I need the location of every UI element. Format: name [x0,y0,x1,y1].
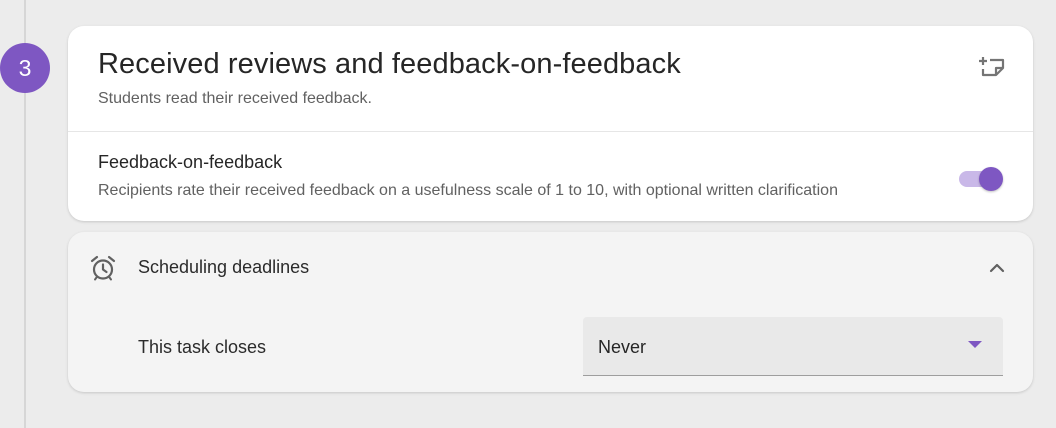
toggle-thumb [979,167,1003,191]
task-subtitle: Students read their received feedback. [98,90,372,107]
step-number-badge: 3 [0,43,50,93]
task-card: Received reviews and feedback-on-feedbac… [68,26,1033,221]
task-closes-select[interactable]: Never [583,317,1003,376]
scheduling-title[interactable]: Scheduling deadlines [138,257,309,278]
scheduling-panel: Scheduling deadlines This task closes Ne… [68,232,1033,392]
chevron-up-icon[interactable] [985,256,1009,280]
alarm-clock-icon [89,254,117,282]
feedback-setting-label: Feedback-on-feedback [98,152,283,172]
feedback-on-feedback-toggle[interactable] [957,166,1003,192]
task-closes-value: Never [598,337,647,357]
feedback-setting-description: Recipients rate their received feedback … [98,182,838,199]
add-note-icon[interactable] [979,55,1005,79]
dropdown-arrow-icon [968,341,982,348]
task-closes-label: This task closes [138,337,267,357]
task-title: Received reviews and feedback-on-feedbac… [98,48,681,80]
card-divider [68,131,1033,132]
